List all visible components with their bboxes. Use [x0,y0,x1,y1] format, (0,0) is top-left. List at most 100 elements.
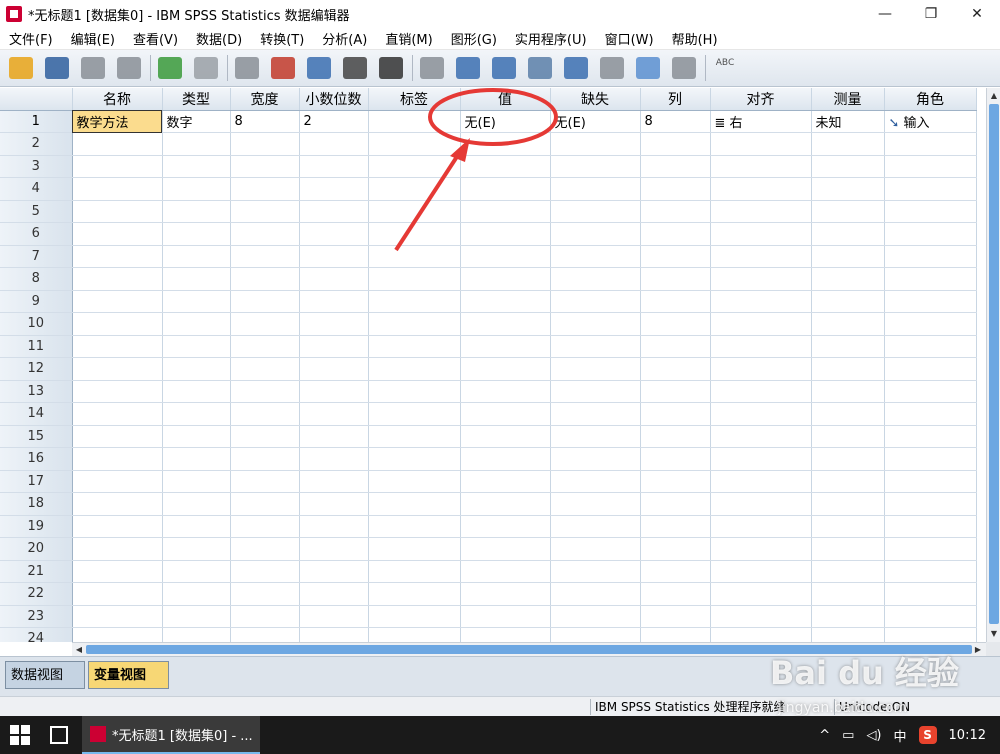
grid-cell[interactable]: 未知 [811,110,885,133]
grid-cell[interactable] [72,222,163,246]
row-number[interactable]: 12 [0,357,73,381]
column-header[interactable]: 宽度 [230,88,300,111]
grid-cell[interactable] [550,245,641,268]
grid-cell[interactable] [811,155,885,178]
grid-cell[interactable] [299,447,369,471]
grid-cell[interactable] [72,380,163,403]
grid-cell[interactable] [368,312,461,336]
grid-cell[interactable] [230,492,300,516]
grid-cell[interactable] [550,132,641,156]
grid-cell[interactable] [811,627,885,642]
grid-cell[interactable] [460,605,551,628]
grid-cell[interactable] [710,155,812,178]
grid-cell[interactable] [811,222,885,246]
grid-cell[interactable] [162,425,231,448]
grid-cell[interactable] [299,402,369,426]
row-number[interactable]: 4 [0,177,73,201]
grid-cell[interactable] [710,515,812,538]
grid-cell[interactable] [72,515,163,538]
grid-cell[interactable] [710,245,812,268]
grid-cell[interactable] [640,402,711,426]
row-number[interactable]: 2 [0,132,73,156]
grid-cell[interactable] [884,582,977,606]
grid-cell[interactable] [368,380,461,403]
scroll-right-arrow-icon[interactable]: ▶ [972,644,984,656]
grid-cell[interactable] [230,537,300,561]
grid-cell[interactable] [368,605,461,628]
column-header[interactable]: 角色 [884,88,977,111]
grid-cell[interactable] [710,335,812,358]
row-number[interactable]: 17 [0,470,73,493]
menu-graphs[interactable]: 图形(G) [442,29,506,48]
row-number[interactable]: 8 [0,267,73,291]
grid-cell[interactable] [884,515,977,538]
grid-cell[interactable] [230,132,300,156]
tray-expand-icon[interactable]: ^ [819,728,830,743]
row-number[interactable]: 19 [0,515,73,538]
grid-cell[interactable] [640,470,711,493]
grid-cell[interactable] [550,200,641,223]
grid-cell[interactable] [72,627,163,642]
grid-cell[interactable] [72,245,163,268]
grid-cell[interactable] [811,290,885,313]
grid-cell[interactable] [550,470,641,493]
grid-cell[interactable] [162,402,231,426]
grid-cell[interactable] [710,290,812,313]
show-all-icon[interactable] [669,53,699,83]
minimize-button[interactable]: — [862,0,908,28]
grid-cell[interactable] [884,492,977,516]
grid-cell[interactable] [162,335,231,358]
grid-cell[interactable] [368,245,461,268]
menu-window[interactable]: 窗口(W) [596,29,663,48]
grid-cell[interactable] [162,245,231,268]
volume-icon[interactable]: ◁) [866,728,881,743]
grid-cell[interactable] [299,290,369,313]
grid-cell[interactable] [550,425,641,448]
tab-variable-view[interactable]: 变量视图(V) [88,661,169,711]
grid-cell[interactable] [162,515,231,538]
task-view-icon[interactable] [50,726,68,744]
grid-cell[interactable] [640,357,711,381]
grid-cell[interactable] [299,245,369,268]
grid-cell[interactable] [72,470,163,493]
grid-cell[interactable] [162,155,231,178]
insert-cases-icon[interactable] [417,53,447,83]
grid-cell[interactable] [811,537,885,561]
grid-cell[interactable] [640,560,711,583]
grid-cell[interactable] [884,425,977,448]
menu-edit[interactable]: 编辑(E) [62,29,124,48]
grid-cell[interactable] [460,492,551,516]
row-number[interactable]: 14 [0,402,73,426]
grid-cell[interactable] [884,402,977,426]
grid-cell[interactable] [299,132,369,156]
grid-cell[interactable] [640,627,711,642]
grid-cell[interactable] [460,312,551,336]
grid-cell[interactable] [368,402,461,426]
grid-cell[interactable] [710,200,812,223]
scroll-left-arrow-icon[interactable]: ◀ [73,644,85,656]
menu-transform[interactable]: 转换(T) [251,29,313,48]
grid-cell[interactable]: 2 [299,110,369,133]
scroll-up-arrow-icon[interactable]: ▲ [989,90,999,102]
grid-cell[interactable] [72,357,163,381]
taskbar-spss-item[interactable]: *无标题1 [数据集0] - ... [82,716,260,754]
grid-cell[interactable] [368,537,461,561]
grid-cell[interactable] [640,312,711,336]
grid-cell[interactable] [162,312,231,336]
grid-cell[interactable] [162,470,231,493]
row-number[interactable]: 22 [0,582,73,606]
grid-cell[interactable] [884,155,977,178]
grid-cell[interactable] [460,582,551,606]
grid-cell[interactable] [368,560,461,583]
grid-cell[interactable] [640,447,711,471]
column-header[interactable]: 对齐 [710,88,812,111]
grid-cell[interactable] [460,335,551,358]
row-number[interactable]: 11 [0,335,73,358]
grid-cell[interactable] [550,582,641,606]
grid-cell[interactable] [368,110,461,133]
grid-cell[interactable] [230,222,300,246]
grid-cell[interactable] [299,312,369,336]
grid-cell[interactable] [299,627,369,642]
grid-cell[interactable] [884,267,977,291]
grid-cell[interactable] [230,447,300,471]
